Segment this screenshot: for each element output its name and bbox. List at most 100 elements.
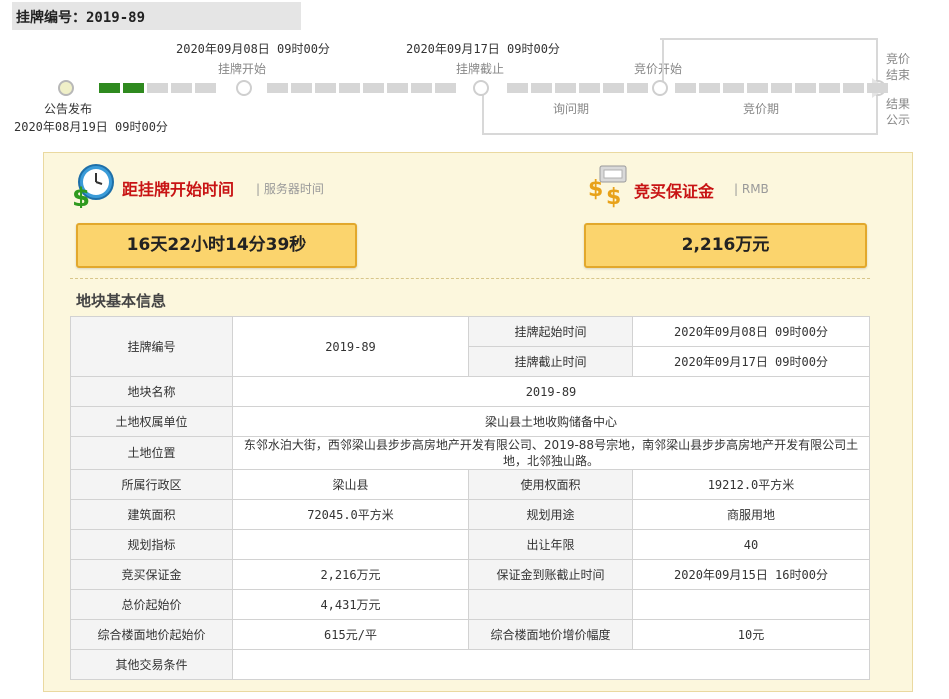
progress-segment xyxy=(531,83,552,93)
countdown-title: 距挂牌开始时间 xyxy=(122,180,235,199)
plan-index-label: 规划指标 xyxy=(70,529,233,560)
progress-segment xyxy=(843,83,864,93)
term-label: 出让年限 xyxy=(468,529,633,560)
progress-segment xyxy=(435,83,456,93)
progress-segment xyxy=(123,83,144,93)
empty-cell xyxy=(632,589,870,620)
page-title: 挂牌编号：2019-89 xyxy=(16,10,146,26)
deposit-title: 竞买保证金 xyxy=(634,182,715,201)
deposit-label: 竞买保证金 xyxy=(70,559,233,590)
deposit-value-cell: 2,216万元 xyxy=(232,559,469,590)
district-label: 所属行政区 xyxy=(70,469,233,500)
table-row: 地块名称 2019-89 xyxy=(70,376,870,407)
announce-label: 公告发布 xyxy=(44,102,93,116)
table-row: 其他交易条件 xyxy=(70,649,870,680)
progress-segment xyxy=(387,83,408,93)
floor-price-value: 615元/平 xyxy=(232,619,469,650)
build-area-label: 建筑面积 xyxy=(70,499,233,530)
progress-segment xyxy=(339,83,360,93)
info-section-title: 地块基本信息 xyxy=(76,292,167,310)
listing-start-date: 2020年09月08日 09时00分 xyxy=(176,42,330,56)
table-row: 挂牌编号 2019-89 挂牌起始时间 2020年09月08日 09时00分 xyxy=(70,316,870,377)
svg-text:$: $ xyxy=(588,177,603,202)
deposit-deadline-label: 保证金到账截止时间 xyxy=(468,559,633,590)
progress-segment xyxy=(819,83,840,93)
district-value: 梁山县 xyxy=(232,469,469,500)
progress-segment xyxy=(603,83,624,93)
progress-segment xyxy=(171,83,192,93)
other-conditions-label: 其他交易条件 xyxy=(70,649,233,680)
progress-segment xyxy=(723,83,744,93)
listing-end-date: 2020年09月17日 09时00分 xyxy=(406,42,560,56)
listing-end-label-cell: 挂牌截止时间 xyxy=(468,346,633,377)
progress-segment xyxy=(675,83,696,93)
other-conditions-value xyxy=(232,649,870,680)
parcel-info-table: 挂牌编号 2019-89 挂牌起始时间 2020年09月08日 09时00分 挂… xyxy=(70,316,870,680)
announce-date: 2020年08月19日 09时00分 xyxy=(14,120,168,134)
table-row: 综合楼面地价起始价 615元/平 综合楼面地价增价幅度 10元 xyxy=(70,619,870,650)
owner-value: 梁山县土地收购储备中心 xyxy=(232,406,870,437)
listing-start-label: 挂牌开始 xyxy=(218,62,267,76)
progress-segment xyxy=(195,83,216,93)
progress-segment xyxy=(507,83,528,93)
progress-segment xyxy=(147,83,168,93)
progress-segment xyxy=(315,83,336,93)
progress-segment xyxy=(411,83,432,93)
listing-end-value: 2020年09月17日 09时00分 xyxy=(632,346,870,377)
table-row: 土地位置 东邻水泊大街，西邻梁山县步步高房地产开发有限公司、2019-88号宗地… xyxy=(70,436,870,470)
listing-no-value: 2019-89 xyxy=(232,316,469,377)
parcel-name-value: 2019-89 xyxy=(232,376,870,407)
listing-no-label: 挂牌编号 xyxy=(70,316,233,377)
svg-text:$: $ xyxy=(72,183,90,208)
start-price-value: 4,431万元 xyxy=(232,589,469,620)
listing-start-label-cell: 挂牌起始时间 xyxy=(468,316,633,347)
build-area-value: 72045.0平方米 xyxy=(232,499,469,530)
svg-text:$: $ xyxy=(606,185,621,208)
start-price-label: 总价起始价 xyxy=(70,589,233,620)
money-icon: $ $ xyxy=(588,165,627,208)
countdown-subtitle: | 服务器时间 xyxy=(256,182,324,196)
bid-end-label-1: 竞价 xyxy=(886,52,911,66)
empty-cell xyxy=(468,589,633,620)
increment-value: 10元 xyxy=(632,619,870,650)
table-row: 所属行政区 梁山县 使用权面积 19212.0平方米 xyxy=(70,469,870,500)
table-row: 规划指标 出让年限 40 xyxy=(70,529,870,560)
progress-segment xyxy=(291,83,312,93)
use-area-value: 19212.0平方米 xyxy=(632,469,870,500)
divider xyxy=(70,278,870,279)
progress-segment xyxy=(795,83,816,93)
deposit-value: 2,216万元 xyxy=(584,223,867,268)
progress-segment xyxy=(363,83,384,93)
listing-start-value: 2020年09月08日 09时00分 xyxy=(632,316,870,347)
progress-segment xyxy=(627,83,648,93)
timeline-node-announce xyxy=(58,80,74,96)
listing-end-label: 挂牌截止 xyxy=(456,62,505,76)
parcel-name-label: 地块名称 xyxy=(70,376,233,407)
inquiry-bracket xyxy=(482,92,662,135)
table-row: 总价起始价 4,431万元 xyxy=(70,589,870,620)
progress-segment xyxy=(699,83,720,93)
progress-segment xyxy=(867,83,888,93)
countdown-value: 16天22小时14分39秒 xyxy=(76,223,357,268)
location-label: 土地位置 xyxy=(70,436,233,470)
timeline-node-bid-start xyxy=(652,80,668,96)
use-area-label: 使用权面积 xyxy=(468,469,633,500)
header-bar: 挂牌编号：2019-89 xyxy=(12,2,301,30)
table-row: 土地权属单位 梁山县土地收购储备中心 xyxy=(70,406,870,437)
table-row: 建筑面积 72045.0平方米 规划用途 商服用地 xyxy=(70,499,870,530)
deposit-subtitle: | RMB xyxy=(734,182,769,196)
increment-label: 综合楼面地价增价幅度 xyxy=(468,619,633,650)
progress-segment xyxy=(747,83,768,93)
plan-use-value: 商服用地 xyxy=(632,499,870,530)
plan-index-value xyxy=(232,529,469,560)
clock-icon: $ xyxy=(72,164,114,208)
plan-use-label: 规划用途 xyxy=(468,499,633,530)
result-label-1: 结果 xyxy=(886,97,911,111)
deposit-deadline-value: 2020年09月15日 16时00分 xyxy=(632,559,870,590)
floor-price-label: 综合楼面地价起始价 xyxy=(70,619,233,650)
progress-segment xyxy=(99,83,120,93)
result-label-2: 公示 xyxy=(886,113,911,127)
owner-label: 土地权属单位 xyxy=(70,406,233,437)
timeline-node-listing-end xyxy=(473,80,489,96)
table-row: 竞买保证金 2,216万元 保证金到账截止时间 2020年09月15日 16时0… xyxy=(70,559,870,590)
